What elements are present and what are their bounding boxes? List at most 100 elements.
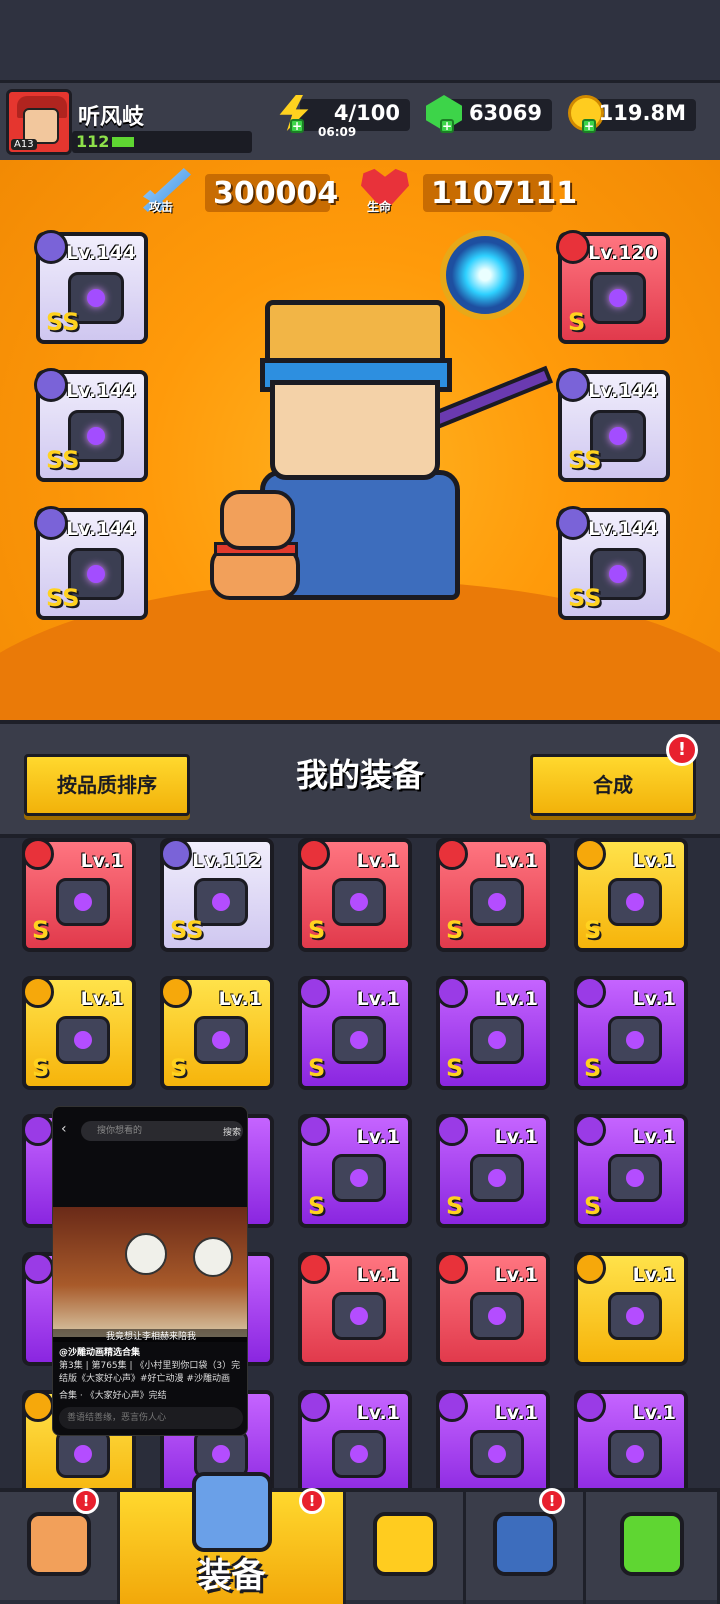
video-title: @沙雕动画精选合集 (59, 1348, 141, 1358)
equipment-art (470, 1016, 524, 1064)
slot-grade: SS (46, 308, 80, 336)
slot-level: Lv.120 (588, 242, 658, 264)
item-type-icon (298, 1252, 330, 1284)
boots-icon (556, 506, 590, 540)
item-level: Lv.1 (494, 850, 538, 872)
video-search-input[interactable]: 搜你想看的 (81, 1121, 243, 1141)
add-gem-icon[interactable]: + (440, 119, 454, 133)
add-gold-icon[interactable]: + (582, 119, 596, 133)
inventory-item[interactable]: Lv.1 (298, 1390, 412, 1488)
armor-icon (556, 230, 590, 264)
dog-head (220, 490, 295, 550)
player-hud: A13 听风岐 112 + 4/100 06:09 + 63069 + 119.… (0, 80, 720, 160)
meme-character-left (125, 1233, 167, 1275)
character-stage: 攻击 300004 生命 1107111 Lv.144 SS Lv.144 SS Lv.… (0, 160, 720, 720)
inventory-item[interactable]: Lv.1 S (298, 1114, 412, 1228)
hero-star-icon (372, 1512, 437, 1576)
nav-tab[interactable] (586, 1492, 720, 1604)
item-grade: S (32, 916, 50, 944)
equipped-slot[interactable]: Lv.144 SS (556, 368, 670, 482)
hero-face (270, 380, 440, 480)
player-name: 听风岐 (78, 105, 145, 130)
item-type-icon (436, 1252, 468, 1284)
inventory-item[interactable]: Lv.1 (574, 1252, 688, 1366)
equipment-art (470, 878, 524, 926)
planet-icon (492, 1512, 557, 1576)
inventory-item[interactable]: Lv.1 S (436, 976, 550, 1090)
nav-tab[interactable]: ! (0, 1488, 120, 1604)
item-grade: SS (170, 916, 204, 944)
video-series[interactable]: 合集 · 《大家好心声》完结 (59, 1390, 245, 1403)
comment-input[interactable]: 善语结善缘，恶言伤人心 (59, 1407, 243, 1429)
inventory-item[interactable]: Lv.1 S (22, 976, 136, 1090)
inventory-item[interactable]: Lv.1 S (574, 838, 688, 952)
inventory-item[interactable]: Lv.112 SS (160, 838, 274, 952)
inventory-item[interactable]: Lv.1 S (160, 976, 274, 1090)
equipment-panel-header: 按品质排序 我的装备 合成 ! (0, 720, 720, 838)
item-level: Lv.1 (632, 1264, 676, 1286)
player-avatar[interactable]: A13 (6, 89, 72, 155)
floating-video-window[interactable]: ‹ 搜你想看的 搜索 我竟想让李相赫来陪我 @沙雕动画精选合集 第3集 | 第7… (52, 1106, 248, 1436)
pet-dog[interactable] (200, 470, 310, 600)
slot-level: Lv.144 (66, 380, 136, 402)
item-grade: S (170, 1054, 188, 1082)
equipped-slot[interactable]: Lv.144 SS (34, 368, 148, 482)
status-area (0, 0, 720, 80)
inventory-item[interactable]: Lv.1 S (298, 976, 412, 1090)
equipment-art (56, 1016, 110, 1064)
combine-alert-badge: ! (666, 734, 698, 766)
gold-counter[interactable]: + 119.8M (568, 95, 696, 133)
nav-tab[interactable] (346, 1492, 466, 1604)
item-type-icon (160, 976, 192, 1008)
attack-value: 300004 (213, 176, 339, 211)
xp-fill (112, 137, 134, 147)
weapon-icon (34, 230, 68, 264)
inventory-item[interactable]: Lv.1 S (22, 838, 136, 952)
equipment-art (590, 272, 646, 324)
item-type-icon (436, 838, 468, 870)
back-arrow-icon[interactable]: ‹ (61, 1121, 67, 1137)
video-description: @沙雕动画精选合集 第3集 | 第765集 | 《小村里到你口袋（3）完结版《大… (59, 1347, 245, 1403)
nav-tab[interactable]: ! (466, 1488, 586, 1604)
alert-badge: ! (73, 1488, 99, 1514)
add-energy-icon[interactable]: + (290, 119, 304, 133)
video-frame[interactable] (53, 1207, 247, 1337)
equipped-slot[interactable]: Lv.144 SS (34, 230, 148, 344)
item-grade: S (308, 1054, 326, 1082)
slot-level: Lv.144 (588, 518, 658, 540)
item-type-icon (574, 1252, 606, 1284)
inventory-item[interactable]: Lv.1 S (574, 1114, 688, 1228)
item-level: Lv.1 (494, 1402, 538, 1424)
item-level: Lv.1 (494, 1126, 538, 1148)
equipped-slot[interactable]: Lv.120 S (556, 230, 670, 344)
item-level: Lv.1 (494, 988, 538, 1010)
inventory-item[interactable]: Lv.1 S (574, 976, 688, 1090)
necklace-icon (34, 368, 68, 402)
equipped-slot[interactable]: Lv.144 SS (34, 506, 148, 620)
item-grade: S (32, 1054, 50, 1082)
inventory-item[interactable]: Lv.1 S (436, 1114, 550, 1228)
slot-grade: SS (46, 584, 80, 612)
video-search-button[interactable]: 搜索 (223, 1125, 241, 1138)
combine-button[interactable]: 合成 (530, 754, 696, 816)
equipment-art (194, 1016, 248, 1064)
inventory-item[interactable]: Lv.1 (436, 1390, 550, 1488)
equipped-slot[interactable]: Lv.144 SS (556, 506, 670, 620)
energy-timer: 06:09 (318, 125, 357, 139)
item-type-icon (436, 1114, 468, 1146)
nav-tab[interactable]: 装备! (120, 1472, 346, 1604)
item-type-icon (298, 976, 330, 1008)
inventory-item[interactable]: Lv.1 S (298, 838, 412, 952)
item-level: Lv.1 (80, 850, 124, 872)
item-type-icon (22, 976, 54, 1008)
item-grade: S (446, 1192, 464, 1220)
gem-counter[interactable]: + 63069 (426, 95, 552, 133)
inventory-item[interactable]: Lv.1 (298, 1252, 412, 1366)
item-type-icon (574, 1390, 606, 1422)
inventory-item[interactable]: Lv.1 S (436, 838, 550, 952)
equipment-art (194, 1430, 248, 1478)
item-grade: S (584, 916, 602, 944)
equipment-art (470, 1430, 524, 1478)
inventory-item[interactable]: Lv.1 (574, 1390, 688, 1488)
inventory-item[interactable]: Lv.1 (436, 1252, 550, 1366)
